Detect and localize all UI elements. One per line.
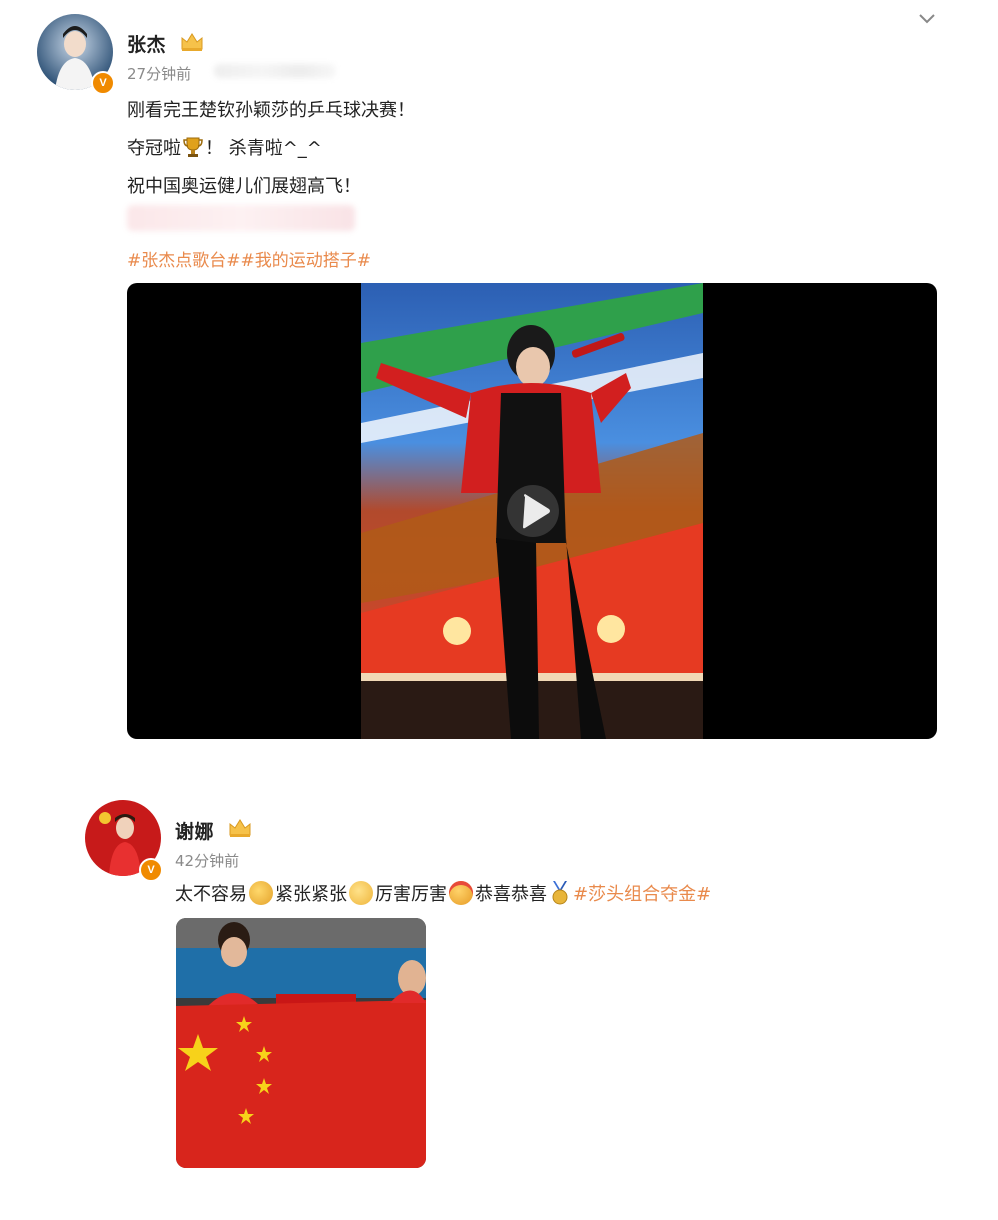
hashtags[interactable]: #张杰点歌台##我的运动搭子# <box>127 246 371 271</box>
text-segment: 紧张紧张 <box>275 884 347 905</box>
fist-emoji-icon <box>249 881 273 905</box>
crown-icon <box>229 819 251 837</box>
video-player[interactable] <box>127 283 937 739</box>
post-xiena: V 谢娜 42分钟前 太不容易 紧张紧张 厉害厉害 恭喜恭喜 #莎头组合夺金# <box>0 790 998 1190</box>
post-text-line-2: 夺冠啦 ！ 杀青啦^_^ <box>127 134 322 160</box>
crown-icon <box>181 33 203 51</box>
celebrate-emoji-icon <box>449 881 473 905</box>
post-time: 42分钟前 <box>175 852 240 870</box>
text-segment: 太不容易 <box>175 884 247 905</box>
verified-badge: V <box>139 858 163 882</box>
medal-icon <box>552 881 568 905</box>
post-image[interactable] <box>176 918 426 1168</box>
post-text-line-1: 刚看完王楚钦孙颖莎的乒乓球决赛！ <box>127 100 415 121</box>
text-segment: 厉害厉害 <box>375 884 447 905</box>
post-text-line-3: 祝中国奥运健儿们展翅高飞！ <box>127 176 361 197</box>
post-time: 27分钟前 <box>127 65 192 83</box>
verified-badge: V <box>91 71 115 95</box>
blurred-source <box>214 64 336 78</box>
trophy-icon <box>183 137 203 157</box>
post-zhangjie: V 张杰 27分钟前 刚看完王楚钦孙颖莎的乒乓球决赛！ 夺冠啦 ！ 杀青啦^_^… <box>0 0 998 760</box>
text-segment: 恭喜恭喜 <box>475 884 547 905</box>
username[interactable]: 谢娜 <box>175 817 214 844</box>
nervous-emoji-icon <box>349 881 373 905</box>
text-segment: ！ 杀青啦^_^ <box>205 138 322 159</box>
hashtag[interactable]: #莎头组合夺金# <box>573 884 711 905</box>
play-icon[interactable] <box>505 483 561 539</box>
username[interactable]: 张杰 <box>127 30 166 57</box>
blurred-text <box>127 205 355 231</box>
text-segment: 夺冠啦 <box>127 138 181 159</box>
post-text: 太不容易 紧张紧张 厉害厉害 恭喜恭喜 #莎头组合夺金# <box>175 880 711 906</box>
